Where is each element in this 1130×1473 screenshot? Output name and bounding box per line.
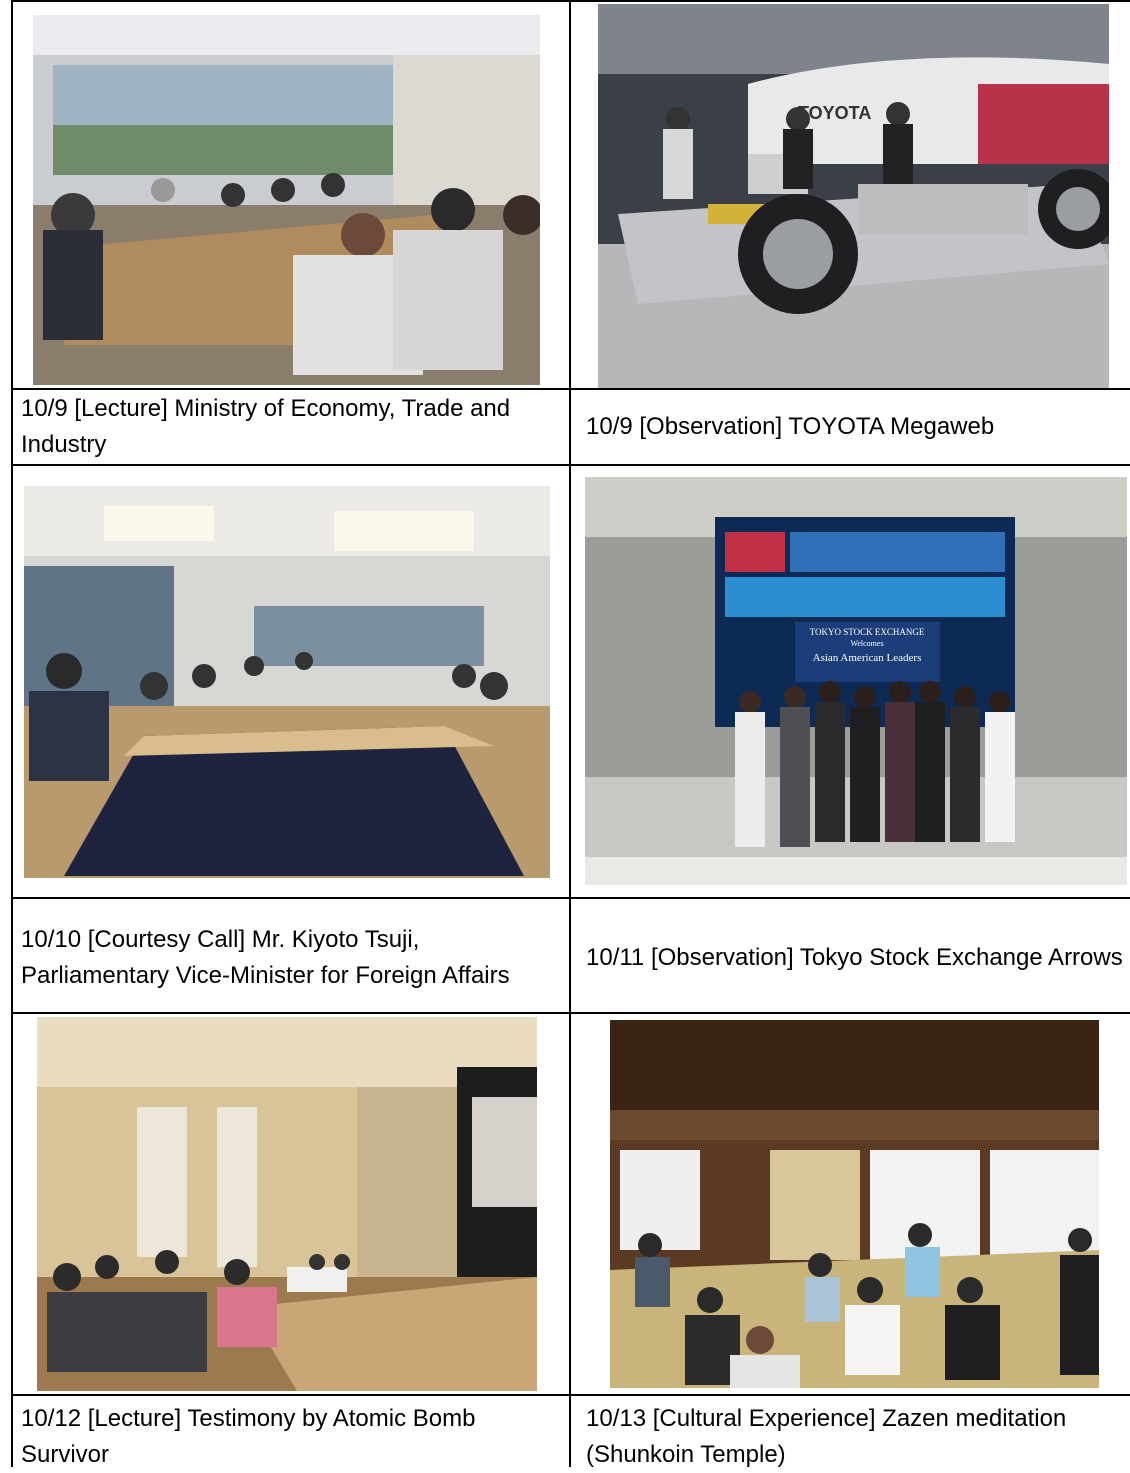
table-border-top [11, 0, 1130, 2]
table-border-middle [569, 0, 571, 1467]
caption-text-2: 10/9 [Observation] TOYOTA Megaweb [586, 413, 995, 440]
svg-text:Welcomes: Welcomes [850, 639, 883, 648]
row-divider-1 [11, 388, 1130, 390]
table-border-left [11, 0, 13, 1467]
photo-auditorium [37, 1017, 537, 1391]
svg-text:Asian American Leaders: Asian American Leaders [813, 652, 922, 664]
row-divider-5 [11, 1394, 1130, 1396]
caption-text-1: 10/9 [Lecture] Ministry of Economy, Trad… [21, 395, 511, 458]
caption-text-3: 10/10 [Courtesy Call] Mr. Kiyoto Tsuji, … [21, 926, 510, 989]
photo-meeting-room [33, 15, 540, 385]
caption-cell-2: 10/9 [Observation] TOYOTA Megaweb [578, 391, 1130, 463]
photo-report-table: TOYOTA 10/9 [Lecture] Ministry of Econom… [0, 0, 1130, 1468]
caption-cell-4: 10/11 [Observation] Tokyo Stock Exchange… [578, 904, 1130, 1012]
caption-cell-6: 10/13 [Cultural Experience] Zazen medita… [578, 1399, 1130, 1468]
photo-temple-zazen [610, 1020, 1099, 1388]
row-divider-3 [11, 897, 1130, 899]
caption-cell-3: 10/10 [Courtesy Call] Mr. Kiyoto Tsuji, … [13, 904, 568, 1012]
row-divider-2 [11, 464, 1130, 466]
photo-toyota-megaweb: TOYOTA [598, 4, 1109, 388]
caption-cell-1: 10/9 [Lecture] Ministry of Economy, Trad… [13, 391, 568, 463]
svg-text:TOKYO STOCK EXCHANGE: TOKYO STOCK EXCHANGE [810, 627, 925, 637]
photo-conference-table [24, 486, 550, 878]
caption-cell-5: 10/12 [Lecture] Testimony by Atomic Bomb… [13, 1399, 568, 1468]
photo-stock-exchange: TOKYO STOCK EXCHANGE Welcomes Asian Amer… [585, 477, 1127, 885]
row-divider-4 [11, 1012, 1130, 1014]
caption-text-6: 10/13 [Cultural Experience] Zazen medita… [586, 1405, 1067, 1468]
caption-text-5: 10/12 [Lecture] Testimony by Atomic Bomb… [21, 1405, 476, 1468]
caption-text-4: 10/11 [Observation] Tokyo Stock Exchange… [586, 944, 1123, 971]
